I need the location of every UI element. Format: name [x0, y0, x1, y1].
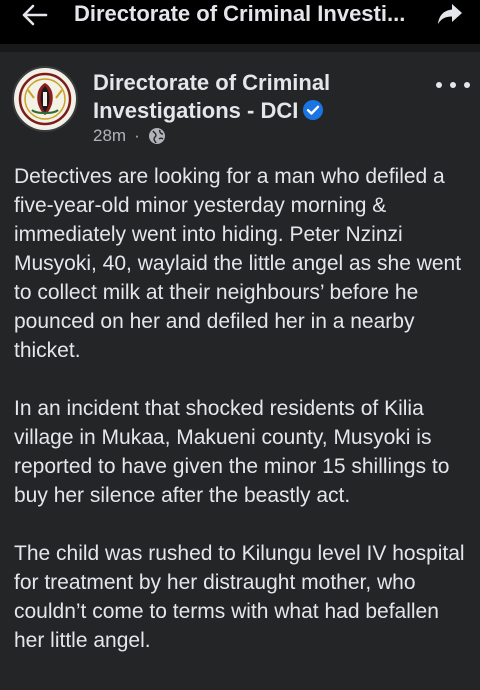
- top-bar: Directorate of Criminal Investi...: [0, 0, 480, 44]
- top-divider: [0, 44, 480, 52]
- more-dot: [450, 82, 456, 88]
- arrow-left-icon: [22, 4, 48, 26]
- post-card: Directorate of Criminal Investigations -…: [0, 52, 480, 690]
- globe-icon: [148, 128, 165, 144]
- share-button[interactable]: [432, 0, 468, 28]
- dci-logo-icon: [16, 70, 74, 128]
- post-meta: 28m ·: [93, 126, 166, 146]
- back-button[interactable]: [14, 0, 54, 30]
- verified-badge-icon: [303, 100, 324, 120]
- post-paragraph: In an incident that shocked residents of…: [14, 397, 450, 507]
- share-arrow-icon: [438, 4, 462, 24]
- meta-separator: ·: [134, 126, 140, 145]
- more-dot: [464, 82, 470, 88]
- avatar[interactable]: [12, 66, 78, 132]
- post-time[interactable]: 28m: [93, 126, 126, 146]
- post-body: Detectives are looking for a man who def…: [14, 162, 472, 684]
- more-dots-icon: [436, 82, 442, 88]
- page-name[interactable]: Directorate of Criminal Investigations -…: [93, 69, 413, 125]
- page-name-text[interactable]: Directorate of Criminal Investigations -…: [93, 70, 330, 123]
- post-paragraph: The child was rushed to Kilungu level IV…: [14, 542, 465, 652]
- page-title: Directorate of Criminal Investi...: [74, 1, 406, 26]
- more-options-button[interactable]: [436, 78, 470, 92]
- post-paragraph: Detectives are looking for a man who def…: [14, 165, 462, 362]
